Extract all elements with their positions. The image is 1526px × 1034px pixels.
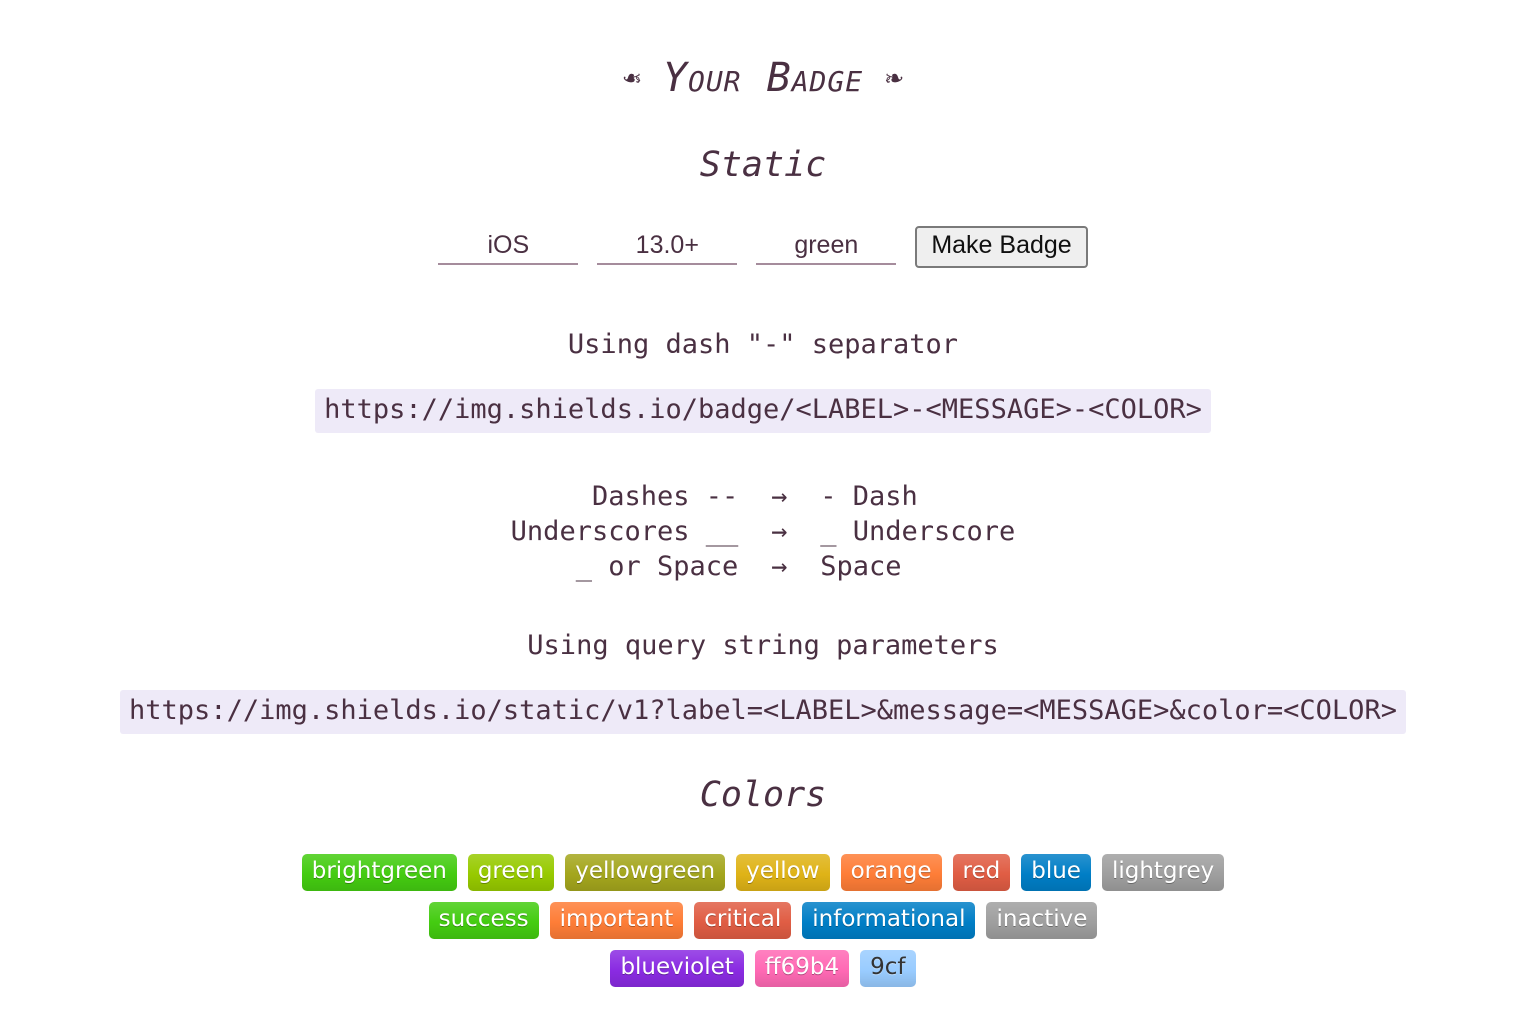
color-badge-red[interactable]: red (952, 854, 1011, 892)
color-badge-blue[interactable]: blue (1021, 854, 1091, 892)
color-badge-9cf[interactable]: 9cf (860, 949, 916, 987)
badge-builder-form: Make Badge (0, 183, 1526, 268)
table-row: _ or Space → Space (511, 549, 1016, 584)
query-string-note: Using query string parameters (527, 629, 999, 661)
page-title-row: ❧ Your Badge ❧ (0, 0, 1526, 98)
table-row: Underscores __ → _ Underscore (511, 514, 1016, 549)
table-row: Dashes -- → - Dash (511, 479, 1016, 514)
dash-separator-note: Using dash "-" separator (567, 328, 959, 360)
color-badge-yellow[interactable]: yellow (736, 854, 830, 892)
dash-url-code: https://img.shields.io/badge/<LABEL>-<ME… (315, 388, 1211, 433)
arrow-right-icon: → (771, 515, 788, 547)
color-badge-lightgrey[interactable]: lightgrey (1101, 854, 1225, 892)
escape-input: Dashes -- (591, 480, 739, 512)
query-url-wrap: https://img.shields.io/static/v1?label=<… (0, 659, 1526, 735)
left-fleuron-icon: ❧ (621, 59, 643, 96)
arrow-right-icon: → (771, 480, 788, 512)
label-input[interactable] (438, 228, 579, 265)
color-badge-critical[interactable]: critical (694, 902, 792, 939)
color-input[interactable] (756, 228, 897, 265)
color-badge-orange[interactable]: orange (840, 854, 942, 892)
color-badge-blueviolet[interactable]: blueviolet (610, 949, 744, 987)
color-badge-informational[interactable]: informational (802, 902, 976, 939)
escape-output: - Dash (820, 480, 918, 512)
escape-mapping-table: Dashes -- → - Dash Underscores __ → _ Un… (511, 479, 1016, 584)
color-badge-inactive[interactable]: inactive (986, 902, 1098, 939)
escape-input: _ or Space (575, 550, 739, 582)
escape-input: Underscores __ (510, 515, 739, 547)
color-badge-important[interactable]: important (549, 902, 684, 939)
page-root: ❧ Your Badge ❧ Static Make Badge Using d… (0, 0, 1526, 987)
color-badge-brightgreen[interactable]: brightgreen (301, 854, 457, 892)
message-input[interactable] (597, 228, 738, 265)
dash-url-wrap: https://img.shields.io/badge/<LABEL>-<ME… (0, 358, 1526, 433)
escape-output: Space (820, 550, 902, 582)
make-badge-button[interactable]: Make Badge (915, 226, 1088, 268)
escape-output: _ Underscore (820, 515, 1016, 547)
colors-section-heading: Colors (699, 775, 827, 816)
color-badge-green[interactable]: green (467, 854, 555, 892)
color-badge-ff69b4[interactable]: ff69b4 (754, 949, 850, 987)
query-url-code: https://img.shields.io/static/v1?label=<… (120, 689, 1406, 735)
right-fleuron-icon: ❧ (883, 59, 905, 96)
color-badge-row: blueviolet ff69b4 9cf (0, 949, 1526, 987)
color-badge-row: brightgreen green yellowgreen yellow orange r… (0, 854, 1526, 892)
color-badge-list: brightgreen green yellowgreen yellow orange r… (0, 813, 1526, 987)
arrow-right-icon: → (771, 550, 788, 582)
color-badge-row: success important critical informational ina… (0, 902, 1526, 939)
static-section-heading: Static (699, 145, 827, 185)
escape-table-wrap: Dashes -- → - Dash Underscores __ → _ Un… (0, 433, 1526, 584)
page-title: Your Badge (662, 55, 864, 101)
color-badge-success[interactable]: success (428, 902, 539, 939)
color-badge-yellowgreen[interactable]: yellowgreen (565, 854, 726, 892)
